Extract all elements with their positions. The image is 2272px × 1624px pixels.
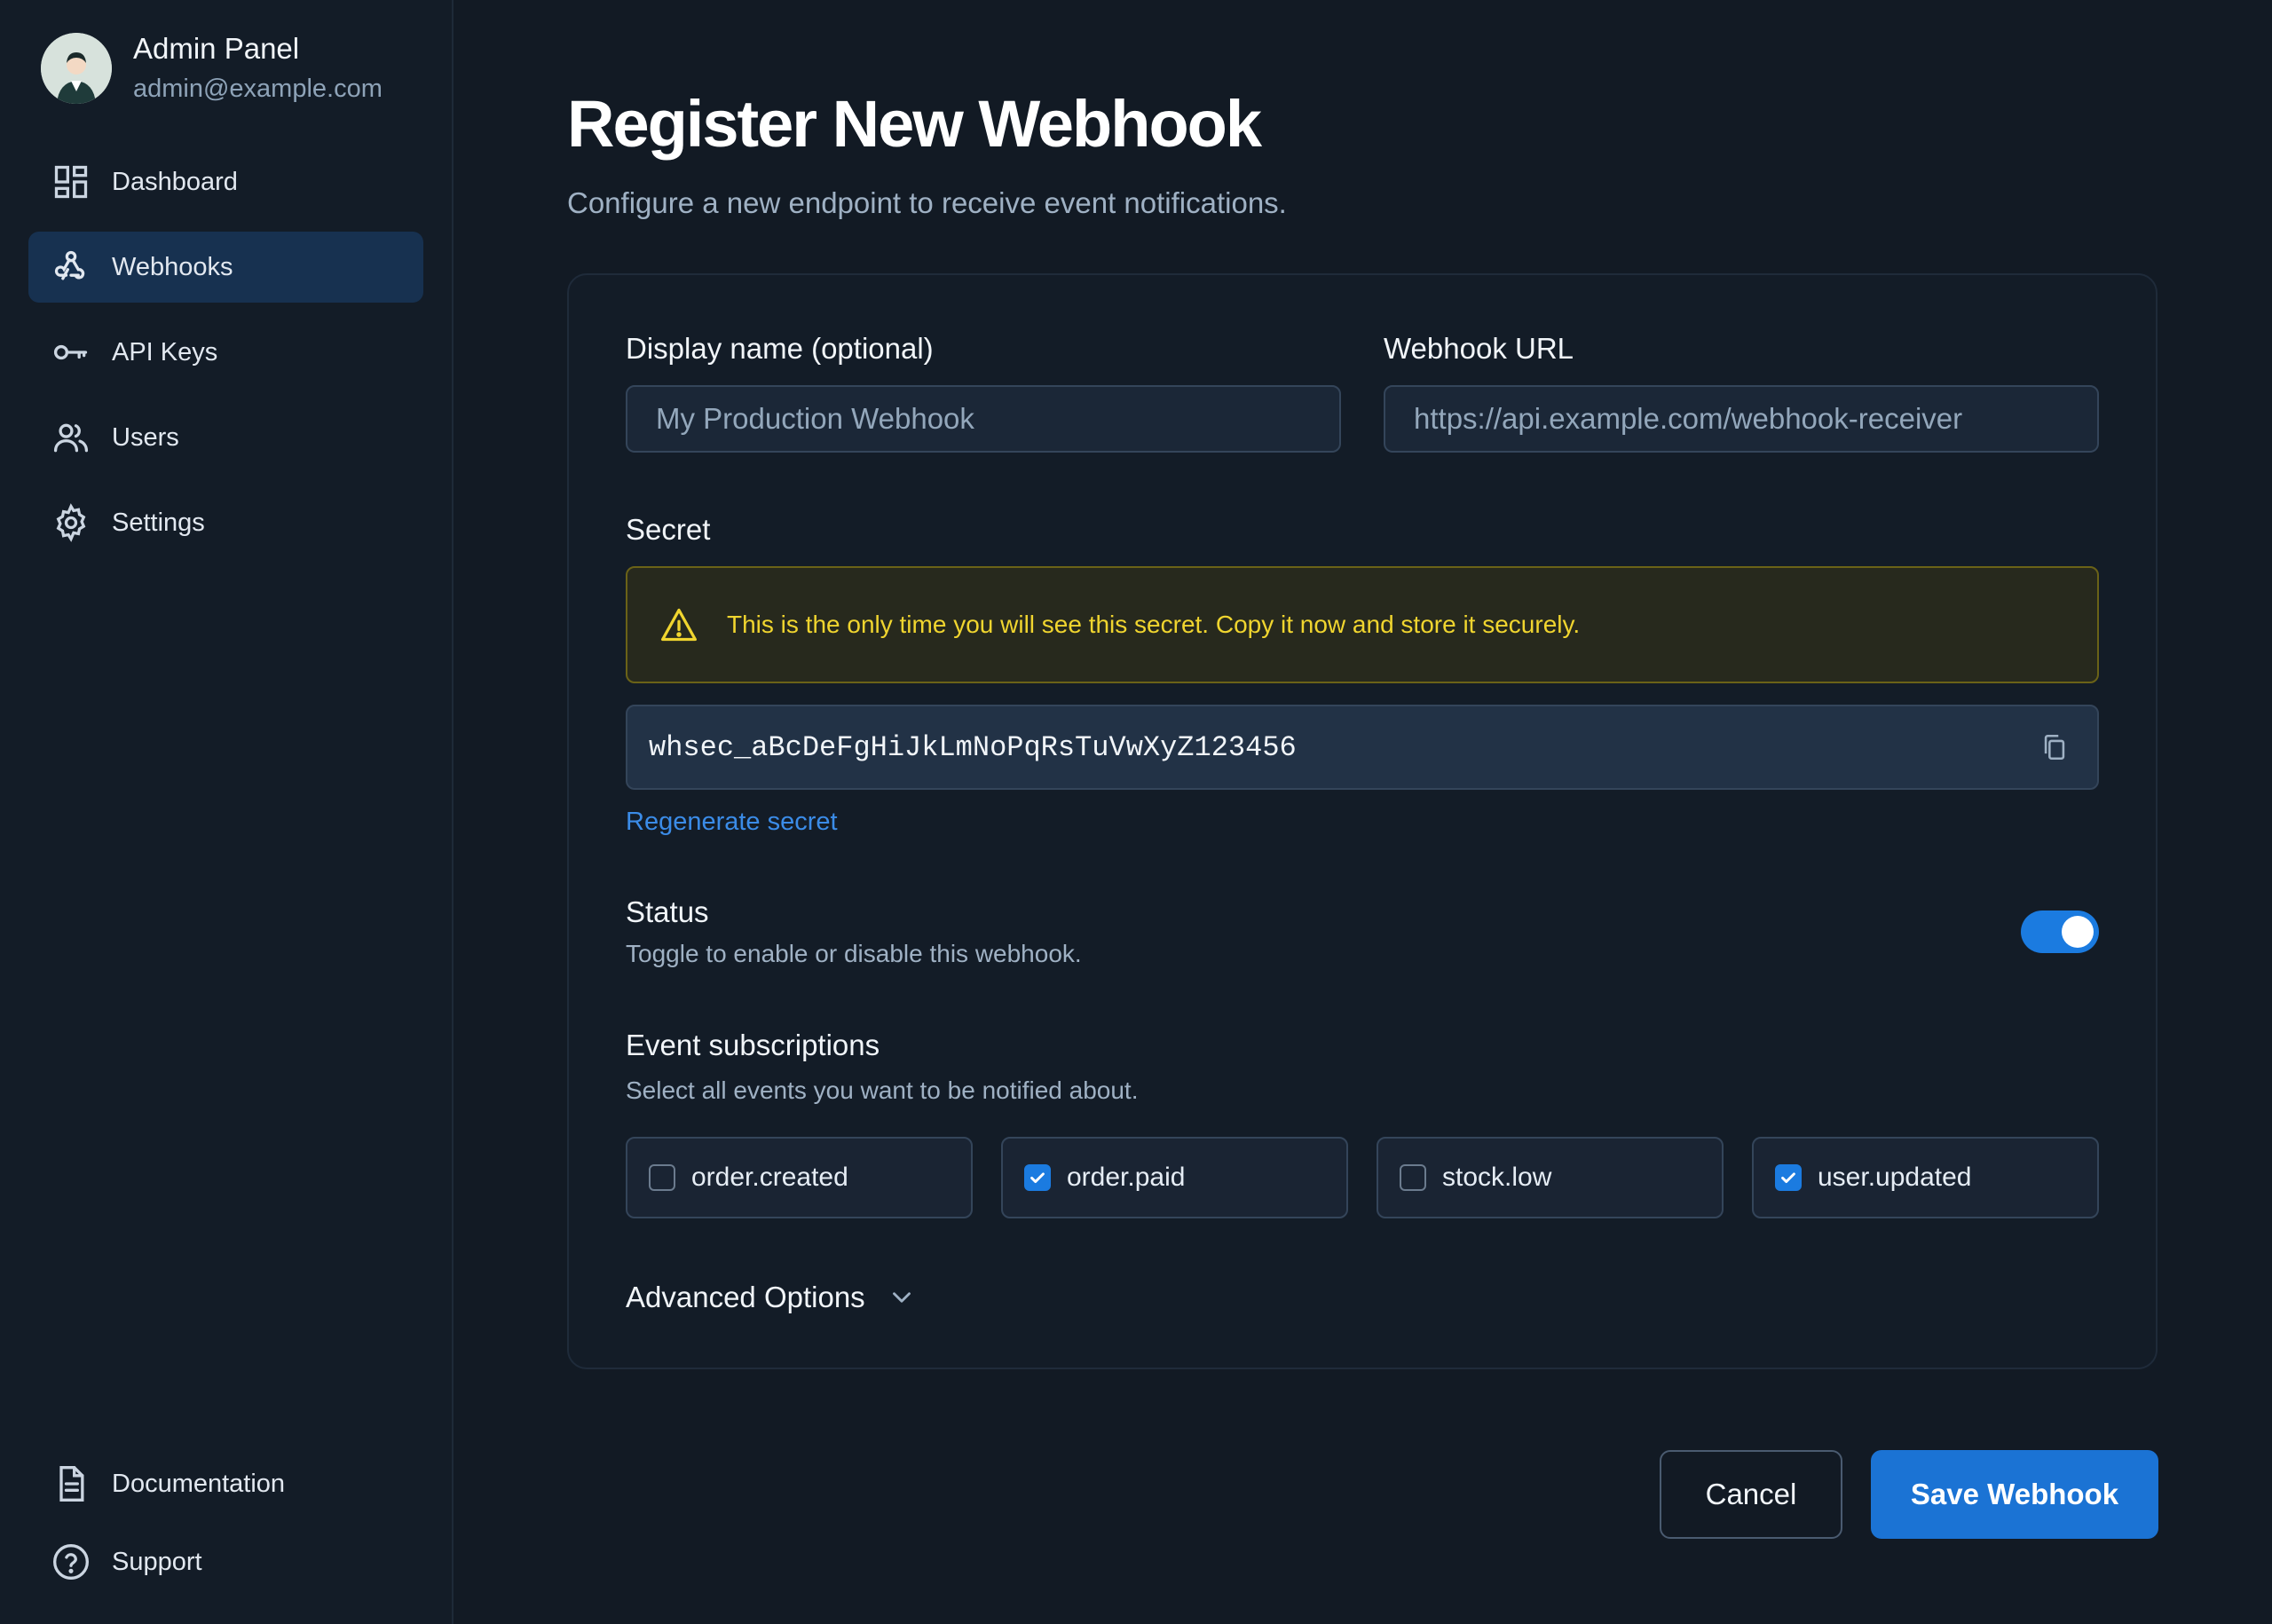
check-icon bbox=[1781, 1172, 1795, 1184]
event-subscriptions-help: Select all events you want to be notifie… bbox=[626, 1076, 1139, 1104]
dashboard-icon bbox=[54, 165, 88, 199]
event-option-label: order.created bbox=[691, 1163, 848, 1192]
sidebar-item-label: Dashboard bbox=[112, 167, 238, 196]
sidebar-item-support[interactable]: Support bbox=[28, 1526, 423, 1597]
sidebar-item-api-keys[interactable]: API Keys bbox=[28, 317, 423, 388]
secret-field: whsec_aBcDeFgHiJkLmNoPqRsTuVwXyZ123456 bbox=[626, 705, 2099, 790]
copy-icon bbox=[2044, 734, 2065, 761]
sidebar-item-settings[interactable]: Settings bbox=[28, 487, 423, 558]
sidebar-item-label: Settings bbox=[112, 508, 205, 537]
help-circle-icon bbox=[53, 1544, 89, 1580]
avatar bbox=[41, 32, 112, 104]
profile-email: admin@example.com bbox=[133, 75, 383, 103]
page-title: Register New Webhook bbox=[567, 87, 1262, 161]
users-icon bbox=[53, 423, 89, 453]
secret-label: Secret bbox=[626, 513, 711, 546]
copy-secret-button[interactable] bbox=[2033, 726, 2076, 769]
checkbox-unchecked[interactable] bbox=[1400, 1164, 1426, 1191]
event-options: order.created order.paid stock.low user.… bbox=[626, 1137, 2099, 1218]
sidebar-item-label: API Keys bbox=[112, 337, 218, 367]
event-option-order-paid[interactable]: order.paid bbox=[1001, 1137, 1348, 1218]
save-webhook-button[interactable]: Save Webhook bbox=[1871, 1450, 2158, 1539]
display-name-input[interactable] bbox=[626, 385, 1341, 453]
sidebar-item-webhooks[interactable]: Webhooks bbox=[28, 232, 423, 303]
sidebar-item-documentation[interactable]: Documentation bbox=[28, 1448, 423, 1519]
webhook-form-card: Display name (optional) Webhook URL Secr… bbox=[567, 273, 2158, 1369]
name-url-row: Display name (optional) Webhook URL bbox=[626, 332, 2099, 453]
gear-icon bbox=[56, 503, 86, 542]
checkbox-checked[interactable] bbox=[1775, 1164, 1802, 1191]
cancel-button[interactable]: Cancel bbox=[1660, 1450, 1842, 1539]
sidebar-footer: Documentation Support bbox=[28, 1448, 423, 1604]
profile-name: Admin Panel bbox=[133, 32, 300, 65]
form-actions: Cancel Save Webhook bbox=[1660, 1450, 2158, 1539]
secret-warning-text: This is the only time you will see this … bbox=[727, 611, 1581, 638]
sidebar-item-users[interactable]: Users bbox=[28, 402, 423, 473]
warning-icon bbox=[661, 608, 697, 642]
main-nav: Dashboard Webhooks API Keys Users Settin… bbox=[28, 146, 423, 558]
sidebar-item-label: Webhooks bbox=[112, 252, 233, 281]
sidebar-item-dashboard[interactable]: Dashboard bbox=[28, 146, 423, 217]
toggle-knob bbox=[2062, 916, 2094, 948]
display-name-label: Display name (optional) bbox=[626, 332, 934, 365]
sidebar: Admin Panel admin@example.com Dashboard bbox=[0, 0, 454, 1624]
webhooks-icon bbox=[54, 250, 85, 280]
webhook-url-field: Webhook URL bbox=[1384, 332, 2099, 453]
status-help-text: Toggle to enable or disable this webhook… bbox=[626, 940, 1082, 967]
main-content: Register New Webhook Configure a new end… bbox=[454, 0, 2272, 1624]
event-option-user-updated[interactable]: user.updated bbox=[1752, 1137, 2099, 1218]
page-subtitle: Configure a new endpoint to receive even… bbox=[567, 186, 1287, 219]
event-option-order-created[interactable]: order.created bbox=[626, 1137, 973, 1218]
sidebar-item-label: Documentation bbox=[112, 1469, 286, 1498]
event-option-stock-low[interactable]: stock.low bbox=[1377, 1137, 1724, 1218]
webhook-url-input[interactable] bbox=[1384, 385, 2099, 453]
advanced-options-toggle[interactable]: Advanced Options bbox=[626, 1281, 2099, 1314]
webhook-url-label: Webhook URL bbox=[1384, 332, 1574, 365]
secret-warning-banner: This is the only time you will see this … bbox=[626, 566, 2099, 683]
document-icon bbox=[59, 1466, 84, 1502]
advanced-options-label: Advanced Options bbox=[626, 1281, 865, 1313]
check-icon bbox=[1030, 1172, 1045, 1184]
profile: Admin Panel admin@example.com bbox=[28, 28, 423, 104]
secret-value[interactable]: whsec_aBcDeFgHiJkLmNoPqRsTuVwXyZ123456 bbox=[649, 731, 1297, 764]
status-toggle[interactable] bbox=[2021, 911, 2099, 953]
checkbox-unchecked[interactable] bbox=[649, 1164, 675, 1191]
event-option-label: user.updated bbox=[1818, 1163, 1972, 1192]
status-row: Status Toggle to enable or disable this … bbox=[626, 895, 2099, 968]
sidebar-item-label: Support bbox=[112, 1547, 202, 1576]
display-name-field: Display name (optional) bbox=[626, 332, 1341, 453]
event-option-label: stock.low bbox=[1442, 1163, 1552, 1192]
regenerate-secret-link[interactable]: Regenerate secret bbox=[626, 808, 838, 837]
event-option-label: order.paid bbox=[1067, 1163, 1186, 1192]
checkbox-checked[interactable] bbox=[1024, 1164, 1051, 1191]
key-icon bbox=[53, 344, 88, 360]
status-label: Status bbox=[626, 895, 709, 928]
event-subscriptions-label: Event subscriptions bbox=[626, 1029, 880, 1061]
user-avatar-icon bbox=[41, 32, 112, 104]
sidebar-item-label: Users bbox=[112, 422, 179, 452]
app: Admin Panel admin@example.com Dashboard bbox=[0, 0, 2272, 1624]
chevron-down-icon bbox=[892, 1292, 911, 1303]
